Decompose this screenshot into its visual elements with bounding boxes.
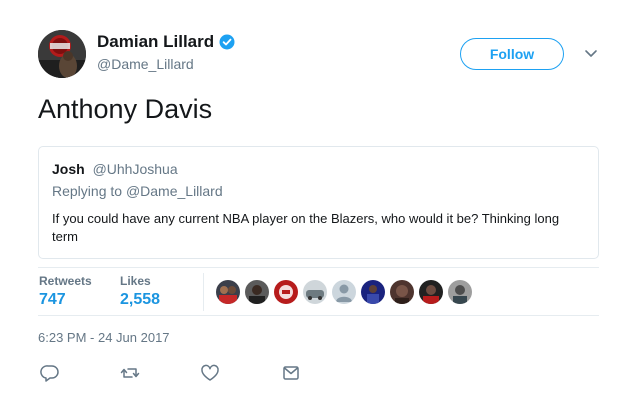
author-name-row[interactable]: Damian Lillard: [97, 32, 235, 52]
liker-avatar[interactable]: [419, 280, 443, 304]
retweet-icon[interactable]: [120, 364, 140, 382]
reply-icon[interactable]: [40, 364, 60, 382]
author-handle[interactable]: @Dame_Lillard: [97, 55, 194, 73]
liker-avatar[interactable]: [448, 280, 472, 304]
stats-divider-bottom: [38, 315, 599, 316]
quoted-tweet-replying-to: Replying to @Dame_Lillard: [52, 182, 223, 200]
liker-avatars: [216, 280, 472, 304]
liker-avatar[interactable]: [390, 280, 414, 304]
follow-button[interactable]: Follow: [460, 38, 564, 70]
quoted-tweet-author-handle: @UhhJoshua: [92, 161, 178, 177]
direct-message-icon[interactable]: [281, 364, 301, 382]
stats-divider-top: [38, 267, 599, 268]
chevron-down-icon[interactable]: [583, 48, 599, 60]
liker-avatar[interactable]: [245, 280, 269, 304]
like-icon[interactable]: [200, 364, 220, 382]
quoted-tweet-header: Josh @UhhJoshua: [52, 160, 178, 178]
tweet-timestamp[interactable]: 6:23 PM - 24 Jun 2017: [38, 330, 170, 346]
verified-badge-icon: [219, 34, 235, 50]
retweets-stat[interactable]: Retweets 747: [39, 274, 92, 310]
quoted-tweet-text: If you could have any current NBA player…: [52, 211, 560, 244]
quoted-tweet-author-name: Josh: [52, 161, 85, 177]
quoted-tweet-card[interactable]: Josh @UhhJoshua Replying to @Dame_Lillar…: [38, 146, 599, 259]
profile-photo: [38, 30, 86, 78]
author-display-name[interactable]: Damian Lillard: [97, 32, 214, 52]
replying-to-prefix: Replying to: [52, 183, 123, 199]
likes-count: 2,558: [120, 291, 161, 308]
author-avatar[interactable]: [38, 30, 86, 78]
retweets-count: 747: [39, 291, 66, 308]
replying-to-mention: @Dame_Lillard: [125, 183, 223, 199]
liker-avatar[interactable]: [303, 280, 327, 304]
liker-avatar[interactable]: [361, 280, 385, 304]
stats-separator: [203, 273, 204, 311]
liker-avatar[interactable]: [216, 280, 240, 304]
liker-avatar[interactable]: [332, 280, 356, 304]
liker-avatar[interactable]: [274, 280, 298, 304]
tweet-actions: [0, 364, 634, 384]
tweet-text: Anthony Davis: [38, 94, 213, 124]
likes-label: Likes: [120, 274, 151, 288]
likes-stat[interactable]: Likes 2,558: [120, 274, 160, 310]
retweets-label: Retweets: [39, 274, 92, 288]
